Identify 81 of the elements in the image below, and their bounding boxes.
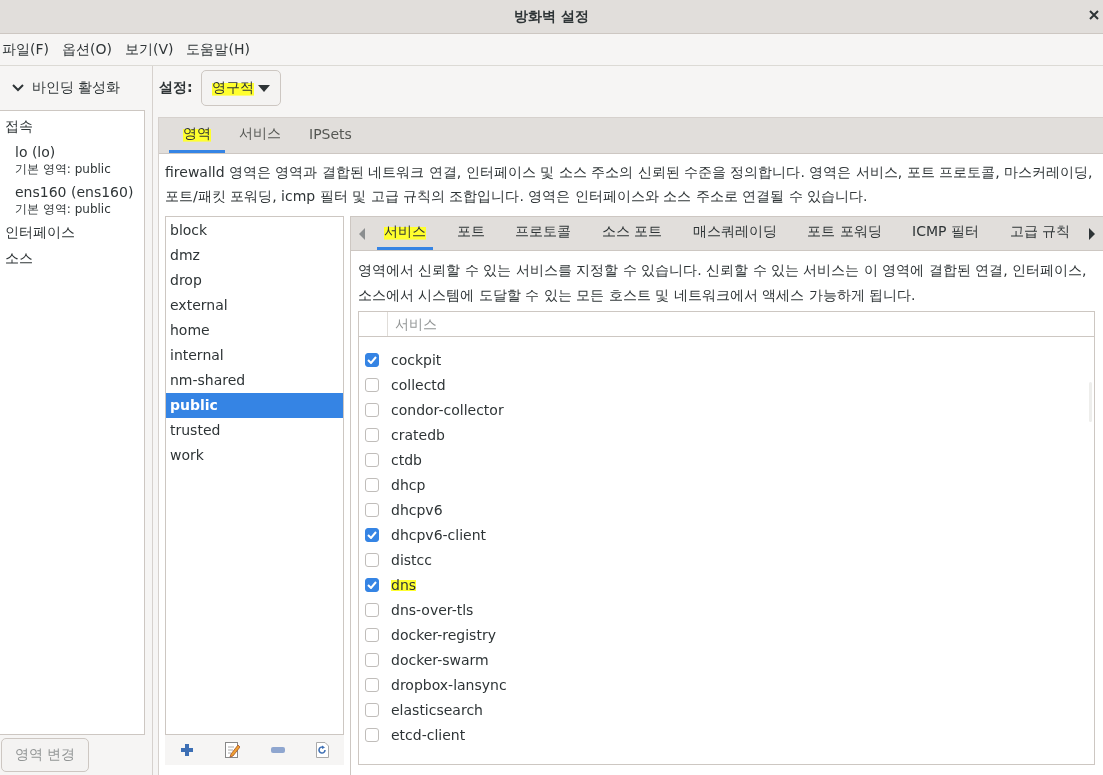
tab[interactable]: 고급 규칙 [1002,217,1077,250]
reload-icon[interactable] [315,742,329,758]
section-label: 소스 [5,250,34,268]
checkbox[interactable] [365,727,379,742]
checkmark-icon [367,355,377,364]
tab[interactable]: 포트 [449,217,492,250]
service-name: docker-registry [391,626,496,643]
checkbox[interactable] [365,502,379,517]
checkbox[interactable] [365,527,379,542]
checkbox[interactable] [365,652,379,667]
menu-item[interactable]: 옵션(O) [60,40,119,59]
edit-icon[interactable] [225,742,241,758]
tab[interactable]: 포트 포워딩 [800,217,889,250]
arrow-left-icon [359,227,365,240]
tab[interactable]: 소스 포트 [594,217,670,250]
chevron-down-icon[interactable] [12,84,24,92]
service-name: dns-over-tls [391,601,474,618]
service-name: etcd-client [391,726,466,743]
default-zone-text: 기본 영역: public [15,161,112,178]
tab[interactable]: 매스쿼레이딩 [685,217,784,250]
tab[interactable]: 서비스 [225,118,295,153]
section-label: 접속 [5,118,34,136]
service-name: dhcp [391,476,426,493]
zone-description: firewalld 영역은 영역과 결합된 네트워크 연결, 인터페이스 및 소스 주소의 신뢰된 수준을 정의합니다. 영역은 서비스, 포트 프로토콜, 마스커레이딩, 포트/패킷 포워딩, icmp 필터 및 고급 규칙의 조합입니다. 영역은 인터페이스와 소스 주소로 연결될 수 있습니다. [159,154,1103,206]
checkbox[interactable] [365,627,379,642]
service-name: cratedb [391,426,445,443]
tab[interactable]: ICMP 필터 [905,217,986,250]
tab[interactable]: IPSets [295,118,366,153]
section-label: 인터페이스 [5,224,76,242]
service-name: dhcpv6 [391,501,443,518]
checkbox[interactable] [365,552,379,567]
service-name: dhcpv6-client [391,526,487,543]
service-name: elasticsearch [391,701,483,718]
tab[interactable]: 프로토콜 [508,217,579,250]
service-name: collectd [391,376,446,393]
configuration-dropdown[interactable]: 영구적 [200,70,281,106]
connection-name[interactable]: ens160 (ens160) [15,184,144,200]
zone-item[interactable]: nm-shared [166,368,343,393]
checkbox[interactable] [365,402,379,417]
zone-item[interactable]: block [166,218,343,243]
service-name: dns [391,576,417,593]
checkbox[interactable] [365,602,379,617]
menu-item[interactable]: 도움말(H) [184,40,257,59]
zone-item[interactable]: home [166,318,343,343]
service-name: cockpit [391,351,442,368]
default-zone-text: 기본 영역: public [15,201,112,218]
minus-icon[interactable] [270,747,285,753]
close-icon[interactable] [1089,10,1099,20]
zone-item[interactable]: internal [166,343,343,368]
checkbox[interactable] [365,452,379,467]
services-description: 영역에서 신뢰할 수 있는 서비스를 지정할 수 있습니다. 신뢰할 수 있는 서비스는 이 영역에 결합된 연결, 인터페이스, 소스에서 시스템에 도달할 수 있는 모든 호스트 및 네트워크에서 액세스 가능하게 됩니다. [357,261,1088,305]
zone-item[interactable]: drop [166,268,343,293]
zone-item[interactable]: work [166,443,343,468]
configuration-label: 설정: [159,79,193,97]
service-name: ctdb [391,451,422,468]
zone-item[interactable]: external [166,293,343,318]
checkbox[interactable] [365,477,379,492]
service-name: docker-swarm [391,651,489,668]
checkmark-icon [367,580,377,589]
zone-item[interactable]: trusted [166,418,343,443]
checkbox[interactable] [365,352,379,367]
service-name: dropbox-lansync [391,676,507,693]
plus-icon[interactable] [180,743,195,757]
checkbox[interactable] [365,677,379,692]
menu-item[interactable]: 파일(F) [0,40,56,59]
service-name: condor-collector [391,401,504,418]
caret-down-icon [257,84,270,92]
zone-item[interactable]: dmz [166,243,343,268]
service-name: distcc [391,551,432,568]
checkbox[interactable] [365,377,379,392]
tab[interactable]: 서비스 [377,217,433,250]
connection-name[interactable]: lo (lo) [15,144,144,160]
arrow-right-icon [1089,227,1095,240]
checkbox[interactable] [365,702,379,717]
zone-item[interactable]: public [166,393,343,418]
bindings-header: 바인딩 활성화 [32,79,121,97]
checkbox[interactable] [365,577,379,592]
window-title: 방화벽 설정 [514,7,589,26]
checkmark-icon [367,530,377,539]
checkbox[interactable] [365,427,379,442]
menu-item[interactable]: 보기(V) [122,40,181,59]
